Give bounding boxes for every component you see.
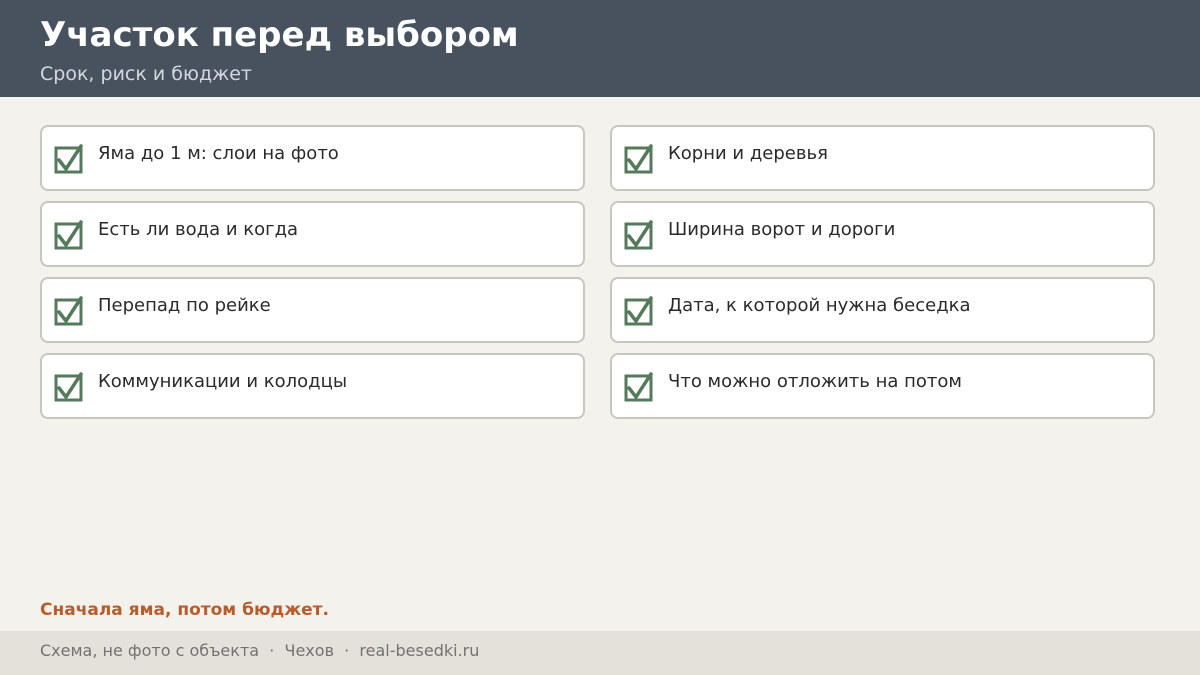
- checkbox-checked-icon: [624, 296, 654, 326]
- checklist-item-label: Коммуникации и колодцы: [98, 371, 348, 392]
- checklist-item: Коммуникации и колодцы: [40, 353, 585, 419]
- checklist-item-label: Ширина ворот и дороги: [668, 219, 896, 240]
- checklist-item: Яма до 1 м: слои на фото: [40, 125, 585, 191]
- checklist-item: Есть ли вода и когда: [40, 201, 585, 267]
- callout-text: Сначала яма, потом бюджет.: [40, 600, 329, 620]
- checklist-item-label: Что можно отложить на потом: [668, 371, 962, 392]
- checklist-item-label: Яма до 1 м: слои на фото: [98, 143, 339, 164]
- checklist-item: Корни и деревья: [610, 125, 1155, 191]
- checkbox-checked-icon: [624, 144, 654, 174]
- checklist-item: Ширина ворот и дороги: [610, 201, 1155, 267]
- checklist-item-label: Дата, к которой нужна беседка: [668, 295, 971, 316]
- checklist-item: Дата, к которой нужна беседка: [610, 277, 1155, 343]
- checklist-item-label: Перепад по рейке: [98, 295, 271, 316]
- checkbox-checked-icon: [54, 296, 84, 326]
- checkbox-checked-icon: [624, 220, 654, 250]
- checkbox-checked-icon: [54, 372, 84, 402]
- checklist-item-label: Корни и деревья: [668, 143, 828, 164]
- page-title: Участок перед выбором: [40, 15, 519, 55]
- checklist-item: Перепад по рейке: [40, 277, 585, 343]
- checklist-item-label: Есть ли вода и когда: [98, 219, 299, 240]
- checkbox-checked-icon: [54, 220, 84, 250]
- footer: Схема, не фото с объекта · Чехов · real-…: [0, 631, 1200, 675]
- checkbox-checked-icon: [624, 372, 654, 402]
- page-subtitle: Срок, риск и бюджет: [40, 63, 252, 85]
- header: Участок перед выбором Срок, риск и бюдже…: [0, 0, 1200, 97]
- checkbox-checked-icon: [54, 144, 84, 174]
- checklist-item: Что можно отложить на потом: [610, 353, 1155, 419]
- footer-text: Схема, не фото с объекта · Чехов · real-…: [40, 641, 480, 660]
